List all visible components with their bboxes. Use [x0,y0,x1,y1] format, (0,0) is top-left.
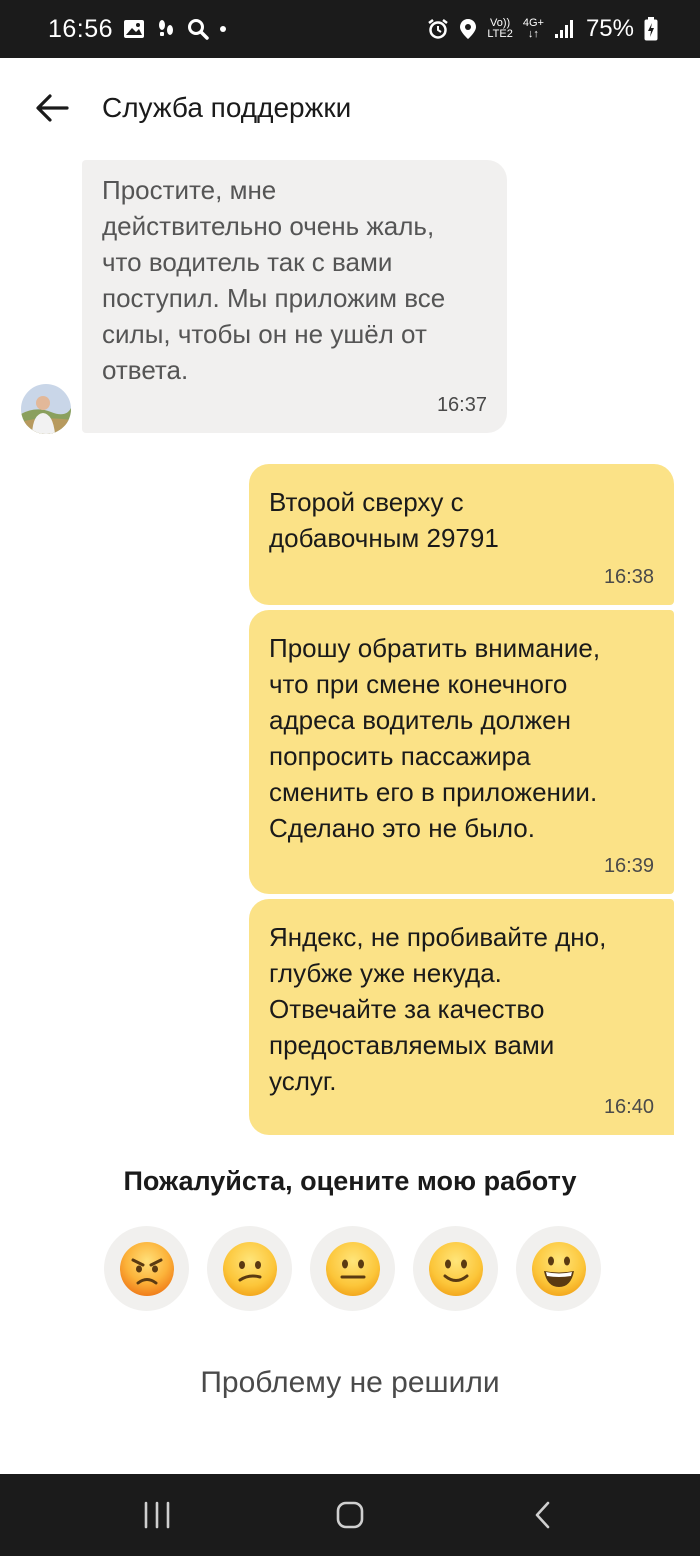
rate-smile-button[interactable] [413,1226,498,1311]
message-text: Второй сверху с добавочным 29791 [269,487,499,553]
problem-not-solved-button[interactable]: Проблему не решили [0,1366,700,1400]
avatar [21,384,71,434]
rate-confused-button[interactable] [207,1226,292,1311]
status-time: 16:56 [48,14,114,43]
outgoing-message: Яндекс, не пробивайте дно, глубже уже не… [249,899,674,1135]
rating-options [104,1226,601,1311]
status-bar-left: 16:56 [48,15,227,44]
network-label: Vo)) LTE2 [487,17,513,40]
neutral-face-icon [325,1241,380,1296]
rate-neutral-button[interactable] [310,1226,395,1311]
message-time: 16:37 [436,394,487,416]
message-time: 16:40 [603,1096,654,1118]
recent-apps-button[interactable] [112,1485,202,1545]
outgoing-message: Второй сверху с добавочным 29791 16:38 [249,464,674,605]
arrow-left-icon [36,94,69,122]
dot-icon [219,25,227,33]
signal-icon [554,19,576,39]
rate-grin-button[interactable] [516,1226,601,1311]
home-icon [336,1501,364,1529]
page-title: Служба поддержки [102,92,352,123]
message-time: 16:39 [603,855,654,877]
angry-face-icon [119,1241,174,1296]
outgoing-message: Прошу обратить внимание, что при смене к… [249,610,674,894]
slight-smile-icon [428,1241,483,1296]
battery-percent: 75% [585,15,634,42]
incoming-message: Простите, мне действительно очень жаль, … [82,160,507,433]
alarm-icon [427,18,449,40]
image-icon [123,19,145,39]
back-button[interactable] [22,78,82,138]
status-bar: 16:56 Vo)) LTE2 4G+ ↓↑ 75% [0,0,700,58]
grinning-face-icon [531,1241,586,1296]
nav-back-button[interactable] [498,1485,588,1545]
recent-apps-icon [144,1501,169,1529]
confused-face-icon [222,1241,277,1296]
location-icon [459,18,477,40]
net-type-label: 4G+ ↓↑ [522,17,544,40]
message-text: Прошу обратить внимание, что при смене к… [269,633,601,843]
battery-icon [644,17,658,41]
message-time: 16:38 [603,566,654,588]
app-bar: Служба поддержки [0,58,700,158]
rating-title: Пожалуйста, оцените мою работу [123,1166,577,1196]
system-nav-bar [0,1474,700,1556]
message-text: Простите, мне действительно очень жаль, … [102,175,446,385]
home-button[interactable] [305,1485,395,1545]
steps-icon [155,18,177,40]
rate-angry-button[interactable] [104,1226,189,1311]
message-text: Яндекс, не пробивайте дно, глубже уже не… [269,922,607,1096]
back-icon [536,1501,550,1529]
search-icon [187,18,209,40]
status-bar-right: Vo)) LTE2 4G+ ↓↑ 75% [427,15,658,43]
